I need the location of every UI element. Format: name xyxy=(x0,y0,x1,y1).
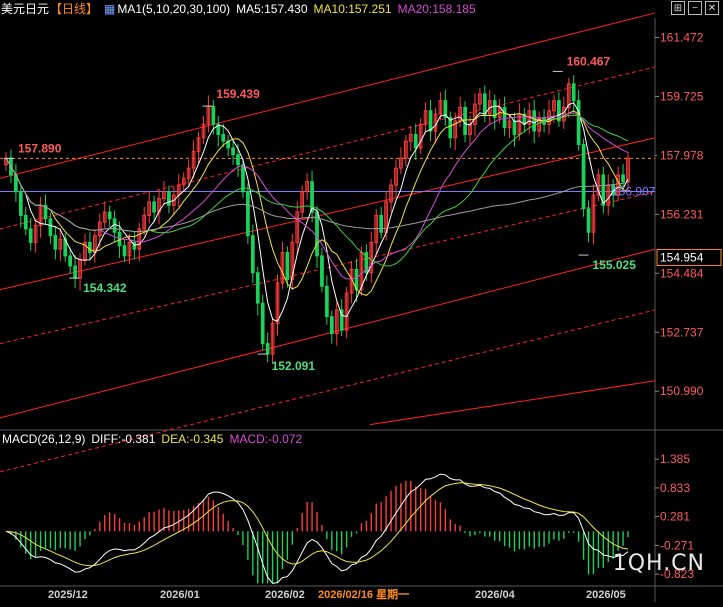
y-tick-label: 152.737 xyxy=(660,325,704,339)
candle-body xyxy=(231,147,235,156)
last-price-label: 157.978 xyxy=(660,148,704,162)
y-tick-label: 150.990 xyxy=(660,384,704,398)
annotation-label: 160.467 xyxy=(567,54,611,68)
channel-line xyxy=(0,12,656,179)
symbol-label[interactable]: 美元日元 xyxy=(1,2,49,16)
channel-line xyxy=(0,248,656,419)
candle-body xyxy=(68,255,73,267)
candle-body xyxy=(250,235,255,274)
macd-header: MACD(26,12,9) DIFF:-0.381 DEA:-0.345 MACD:-… xyxy=(2,431,308,447)
channel-line xyxy=(0,137,656,291)
period-label[interactable]: 【日线】 xyxy=(50,2,98,16)
x-tick-label: 2026/05 xyxy=(586,589,626,601)
candle-body xyxy=(586,208,591,233)
macd-y-tick-label: 0.281 xyxy=(660,510,690,524)
candle-body xyxy=(246,191,250,237)
candle-body xyxy=(512,120,517,135)
candle-body xyxy=(48,218,53,237)
x-tick-label: 2026/01 xyxy=(160,589,200,601)
ma10-value: MA10:157.251 xyxy=(313,2,392,16)
x-tick-label: 2026/02 xyxy=(265,589,305,601)
y-tick-label: 156.231 xyxy=(660,207,704,221)
macd-y-tick-label: 1.385 xyxy=(660,452,690,466)
candle-body xyxy=(23,214,28,230)
candle-body xyxy=(260,302,265,345)
annotation-label: 154.342 xyxy=(83,281,127,295)
channel-line xyxy=(0,66,656,230)
y-tick-label: 161.472 xyxy=(660,31,704,45)
macd-macd: MACD:-0.072 xyxy=(229,432,303,446)
candle-body xyxy=(482,93,487,115)
y-tick-label: 159.725 xyxy=(660,89,704,103)
annotation-label: 159.439 xyxy=(216,87,260,101)
candle-body xyxy=(463,106,467,135)
macd-diff: DIFF:-0.381 xyxy=(91,432,156,446)
candle-body xyxy=(88,241,92,254)
chart-root: 161.472 159.725 157.978 156.231 154.484 152.7… xyxy=(0,0,723,602)
minus-icon[interactable]: − xyxy=(688,1,702,15)
price-box-label: 154.954 xyxy=(660,250,704,264)
candle-body xyxy=(211,105,216,125)
candle-body xyxy=(621,174,625,183)
candle-body xyxy=(73,265,77,279)
candle-body xyxy=(221,133,226,142)
candle-body xyxy=(325,285,329,318)
ma-settings-icon[interactable]: ▦ xyxy=(104,2,115,16)
chart-canvas: 161.472 159.725 157.978 156.231 154.484 152.7… xyxy=(0,12,723,602)
candle-body xyxy=(413,133,418,149)
x-tick-label: 2026/04 xyxy=(475,589,516,601)
hline-value-label: 156.907 xyxy=(612,185,656,199)
candle-body xyxy=(285,252,290,281)
macd-histogram-group xyxy=(10,480,629,584)
annotation-label: 155.025 xyxy=(593,258,637,272)
candle-body xyxy=(502,106,507,129)
candle-body xyxy=(320,255,324,287)
candle-body xyxy=(571,83,576,102)
candle-body xyxy=(329,316,334,335)
ma20-value: MA20:158.185 xyxy=(397,2,476,16)
channel-line xyxy=(369,380,656,426)
candle-body xyxy=(18,191,23,216)
window-controls: ⊞ − ✕ xyxy=(671,1,719,15)
watermark: 1QH.CN xyxy=(612,551,705,576)
macd-name: MACD(26,12,9) xyxy=(2,432,86,446)
candle-body xyxy=(265,343,270,355)
candle-body xyxy=(167,191,171,206)
candle-body xyxy=(532,110,537,132)
candle-body xyxy=(122,245,127,257)
x-tick-label: 2026/02/16 星期一 xyxy=(318,587,409,601)
candle-body xyxy=(576,100,581,146)
grid-icon[interactable]: ⊞ xyxy=(671,1,685,15)
candle-body xyxy=(236,154,240,166)
macd-y-tick-label: 0.833 xyxy=(660,481,690,495)
chart-header: 美元日元【日线】 ▦ MA1(5,10,20,30,100) MA5:157.430 M… xyxy=(0,0,723,18)
channel-line xyxy=(0,191,656,345)
candle-body xyxy=(53,235,58,250)
candle-body xyxy=(255,272,260,304)
annotation-label: 152.091 xyxy=(272,359,316,373)
candle-body xyxy=(379,214,384,233)
channel-line xyxy=(0,309,656,473)
macd-dea: DEA:-0.345 xyxy=(161,432,224,446)
close-icon[interactable]: ✕ xyxy=(705,1,719,15)
ma-group-label: MA1(5,10,20,30,100) xyxy=(117,2,231,16)
candle-body xyxy=(152,201,156,213)
y-tick-label: 154.484 xyxy=(660,266,704,280)
ma5-value: MA5:157.430 xyxy=(236,2,308,16)
candle-body xyxy=(107,211,112,220)
annotation-label: 157.890 xyxy=(18,141,62,155)
candle-body xyxy=(28,228,33,243)
candle-body xyxy=(581,144,586,210)
x-tick-label: 2025/12 xyxy=(48,589,88,601)
candle-body xyxy=(428,110,433,132)
